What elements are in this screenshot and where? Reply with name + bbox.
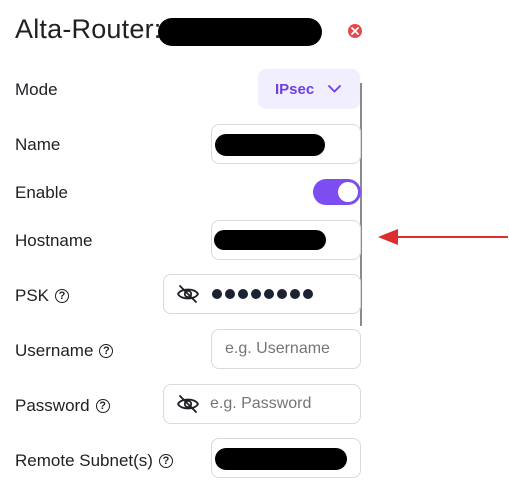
mode-select-value: IPsec (275, 80, 315, 98)
mask-dot (238, 289, 248, 299)
chevron-down-icon (328, 85, 342, 93)
username-input[interactable] (211, 329, 361, 369)
mask-dot (264, 289, 274, 299)
mode-select[interactable]: IPsec (258, 69, 360, 109)
help-icon[interactable]: ? (158, 454, 173, 468)
mask-dot (225, 289, 235, 299)
mask-dot (277, 289, 287, 299)
mode-label: Mode (15, 80, 58, 100)
eye-off-icon[interactable] (176, 284, 200, 304)
password-label-text: Password (15, 396, 90, 415)
close-circle-icon[interactable] (348, 24, 362, 38)
enable-label-text: Enable (15, 183, 68, 202)
mask-dot (303, 289, 313, 299)
mask-dot (212, 289, 222, 299)
enable-label: Enable (15, 183, 68, 203)
mode-label-text: Mode (15, 80, 58, 99)
password-input[interactable] (206, 392, 364, 416)
help-icon[interactable]: ? (99, 344, 114, 358)
annotation-arrow-line (394, 236, 508, 238)
remote-subnets-label: Remote Subnet(s) ? (15, 451, 173, 471)
page-title: Alta-Router: (15, 14, 162, 44)
mask-dot (251, 289, 261, 299)
hostname-label: Hostname (15, 231, 92, 251)
redacted-router-name (158, 18, 322, 46)
redacted-name-value (215, 134, 325, 156)
annotation-arrowhead (378, 229, 398, 245)
password-label: Password ? (15, 396, 110, 416)
name-label: Name (15, 135, 60, 155)
enable-toggle[interactable] (313, 179, 361, 205)
psk-label: PSK ? (15, 286, 70, 306)
mask-dot (290, 289, 300, 299)
psk-label-text: PSK (15, 286, 50, 305)
help-icon[interactable]: ? (95, 399, 110, 413)
redacted-hostname-value (214, 230, 326, 250)
hostname-label-text: Hostname (15, 231, 93, 250)
psk-masked-value (212, 289, 313, 299)
username-label: Username ? (15, 341, 114, 361)
redacted-remote-subnets-value (215, 448, 347, 470)
eye-off-icon[interactable] (176, 394, 200, 414)
toggle-knob (338, 182, 358, 202)
help-icon[interactable]: ? (55, 289, 70, 303)
name-label-text: Name (15, 135, 61, 154)
username-label-text: Username (15, 341, 94, 360)
remote-subnets-label-text: Remote Subnet(s) (15, 451, 153, 470)
